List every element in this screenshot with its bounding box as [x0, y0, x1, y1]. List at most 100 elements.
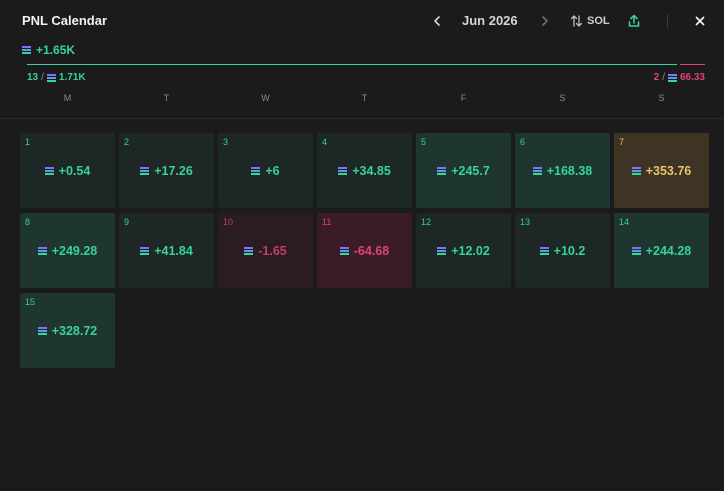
- solana-icon: [532, 167, 542, 175]
- day-pnl: +12.02: [416, 244, 511, 258]
- losses-summary: 2 / 66.33: [653, 72, 705, 83]
- calendar-day-cell[interactable]: 6 +168.38: [515, 133, 610, 208]
- calendar-day-cell[interactable]: 5 +245.7: [416, 133, 511, 208]
- weekday-label: T: [163, 93, 170, 103]
- calendar-day-cell[interactable]: 9 +41.84: [119, 213, 214, 288]
- calendar-day-cell[interactable]: 15 +328.72: [20, 293, 115, 368]
- day-pnl-value: +41.84: [154, 244, 193, 258]
- solana-icon: [437, 167, 447, 175]
- share-icon[interactable]: [627, 13, 641, 29]
- panel-title: PNL Calendar: [22, 13, 108, 28]
- currency-label: SOL: [587, 15, 610, 27]
- day-pnl-value: +10.2: [553, 244, 586, 258]
- solana-icon: [338, 167, 348, 175]
- day-pnl: +17.26: [119, 164, 214, 178]
- total-pnl: +1.65K: [22, 43, 75, 57]
- day-pnl: +10.2: [515, 244, 610, 258]
- solana-icon: [437, 247, 447, 255]
- wins-count: 13: [27, 72, 39, 83]
- calendar-day-cell[interactable]: 10 -1.65: [218, 213, 313, 288]
- day-pnl-value: +6: [265, 164, 280, 178]
- day-pnl: +328.72: [20, 324, 115, 338]
- weekday-label: W: [261, 93, 270, 103]
- day-number: 8: [25, 217, 31, 227]
- day-pnl-value: +0.54: [58, 164, 91, 178]
- day-pnl: +41.84: [119, 244, 214, 258]
- day-number: 6: [520, 137, 526, 147]
- weekday-label: M: [63, 93, 72, 103]
- day-number: 13: [520, 217, 531, 227]
- weekday-label: S: [658, 93, 665, 103]
- close-icon[interactable]: [693, 13, 707, 29]
- solana-icon: [667, 73, 677, 82]
- win-ratio-bar: [27, 64, 677, 65]
- day-number: 12: [421, 217, 432, 227]
- calendar-day-cell[interactable]: 8 +249.28: [20, 213, 115, 288]
- calendar-day-cell[interactable]: 12 +12.02: [416, 213, 511, 288]
- day-pnl: +34.85: [317, 164, 412, 178]
- wins-summary: 13 / 1.71K: [27, 72, 86, 83]
- calendar-day-cell[interactable]: 4 +34.85: [317, 133, 412, 208]
- day-pnl: +6: [218, 164, 313, 178]
- day-pnl-value: +353.76: [645, 164, 692, 178]
- day-number: 1: [25, 137, 31, 147]
- total-pnl-value: +1.65K: [36, 43, 76, 57]
- day-pnl-value: +328.72: [51, 324, 98, 338]
- calendar-day-cell[interactable]: 1 +0.54: [20, 133, 115, 208]
- solana-icon: [46, 73, 56, 82]
- solana-icon: [37, 327, 47, 335]
- calendar-day-cell[interactable]: 13 +10.2: [515, 213, 610, 288]
- solana-icon: [140, 247, 150, 255]
- day-number: 5: [421, 137, 427, 147]
- day-number: 11: [322, 217, 332, 227]
- calendar-day-cell[interactable]: 11 -64.68: [317, 213, 412, 288]
- calendar-day-cell[interactable]: 3 +6: [218, 133, 313, 208]
- solana-icon: [37, 247, 47, 255]
- calendar-day-cell[interactable]: 14 +244.28: [614, 213, 709, 288]
- solana-icon: [631, 167, 641, 175]
- day-number: 7: [619, 137, 625, 147]
- solana-icon: [140, 167, 150, 175]
- day-pnl: +0.54: [20, 164, 115, 178]
- day-pnl: -1.65: [218, 244, 313, 258]
- calendar-day-cell[interactable]: 7 +353.76: [614, 133, 709, 208]
- day-number: 3: [223, 137, 229, 147]
- day-number: 2: [124, 137, 130, 147]
- day-pnl-value: +244.28: [645, 244, 692, 258]
- pnl-calendar-panel: PNL Calendar Jun 2026 SOL +1.65K 13 / 1.…: [0, 0, 724, 491]
- day-pnl-value: +34.85: [352, 164, 391, 178]
- swap-vertical-icon: [570, 15, 583, 27]
- header-divider: [667, 14, 668, 28]
- losses-amount: 66.33: [679, 72, 705, 83]
- solana-icon: [339, 247, 349, 255]
- weekday-label: S: [559, 93, 566, 103]
- solana-icon: [539, 247, 549, 255]
- currency-toggle-button[interactable]: SOL: [570, 13, 610, 29]
- day-pnl-value: +12.02: [451, 244, 490, 258]
- day-pnl-value: +17.26: [154, 164, 193, 178]
- loss-ratio-bar: [680, 64, 705, 65]
- day-pnl-value: +245.7: [451, 164, 490, 178]
- day-number: 4: [322, 137, 328, 147]
- day-pnl-value: +249.28: [51, 244, 98, 258]
- day-number: 14: [619, 217, 630, 227]
- solana-icon: [22, 46, 31, 54]
- solana-icon: [244, 247, 254, 255]
- day-pnl: +353.76: [614, 164, 709, 178]
- wins-amount: 1.71K: [58, 72, 86, 83]
- day-pnl: +244.28: [614, 244, 709, 258]
- chevron-right-icon[interactable]: [538, 13, 552, 29]
- weekday-header: M T W T F S S: [20, 93, 713, 107]
- chevron-left-icon[interactable]: [430, 13, 444, 29]
- weekday-label: T: [361, 93, 368, 103]
- day-pnl: +168.38: [515, 164, 610, 178]
- day-pnl: +245.7: [416, 164, 511, 178]
- calendar-day-cell[interactable]: 2 +17.26: [119, 133, 214, 208]
- solana-icon: [631, 247, 641, 255]
- solana-icon: [251, 167, 261, 175]
- day-pnl-value: -64.68: [353, 244, 390, 258]
- day-pnl-value: -1.65: [258, 244, 287, 258]
- weekday-label: F: [460, 93, 467, 103]
- month-label: Jun 2026: [462, 13, 518, 28]
- losses-count: 2: [653, 72, 660, 83]
